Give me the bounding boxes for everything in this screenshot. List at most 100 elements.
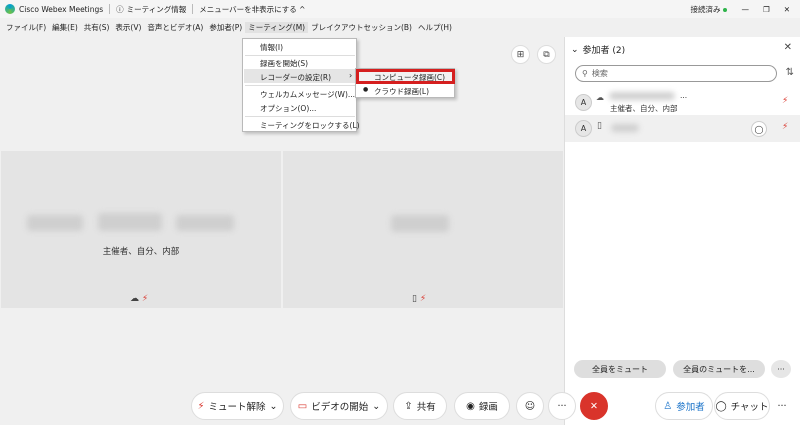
- tile-status-icons: ☁ ⚡: [130, 294, 148, 304]
- unmute-all-button[interactable]: 全員のミュートを...: [673, 360, 765, 378]
- blurred-name: [609, 92, 675, 100]
- unmute-button[interactable]: ⚡ ミュート解除 ⌄: [191, 392, 284, 420]
- more-options-button[interactable]: ···: [548, 392, 576, 420]
- mic-muted-icon: ⚡: [197, 400, 205, 412]
- app-title: Cisco Webex Meetings: [19, 4, 104, 14]
- smiley-icon: ☺: [524, 400, 536, 412]
- chat-icon: ◯: [715, 400, 727, 412]
- recorder-submenu: コンピュータ録画(C) ● クラウド録画(L): [355, 68, 455, 98]
- radio-dot-icon: ●: [363, 86, 369, 93]
- menu-item-lock-meeting[interactable]: ミーティングをロックする(L): [260, 120, 360, 131]
- chat-button[interactable]: ◯ チャット: [714, 392, 770, 420]
- mute-all-label: 全員をミュート: [592, 364, 648, 374]
- participant-role: 主催者、自分、内部: [610, 104, 678, 113]
- connected-dot-icon: [723, 7, 728, 12]
- participants-panel: ⌄ 参加者 (2) ✕ ⚲ 検索 ⇅ A ☁ ... 主催者、自分、内部 ⚡ A…: [564, 37, 800, 425]
- pip-button[interactable]: ⧉: [537, 45, 556, 64]
- menu-item-start-recording[interactable]: 録画を開始(S): [260, 58, 308, 69]
- pip-icon: ⧉: [543, 49, 550, 60]
- menu-breakout[interactable]: ブレイクアウトセッション(B): [308, 22, 415, 33]
- sort-icon[interactable]: ⇅: [786, 67, 794, 78]
- participants-label: 参加者: [676, 402, 705, 413]
- panel-more-button[interactable]: ···: [771, 360, 791, 378]
- avatar: A: [575, 120, 592, 137]
- menu-item-cloud-recording[interactable]: クラウド録画(L): [374, 86, 429, 97]
- more-icon: ···: [777, 400, 787, 412]
- info-icon: ⓘ: [116, 4, 124, 14]
- menu-item-info[interactable]: 情報(I): [260, 42, 283, 53]
- connection-status: 接続済み: [690, 4, 728, 15]
- title-bar: Cisco Webex Meetings ⓘ ミーティング情報 メニューバーを非…: [0, 0, 800, 18]
- hide-menubar-button[interactable]: メニューバーを非表示にする ^: [199, 4, 305, 15]
- menu-help[interactable]: ヘルプ(H): [415, 22, 455, 33]
- computer-audio-icon: ☁: [130, 294, 139, 304]
- name-suffix: ...: [680, 91, 688, 100]
- mic-muted-icon: ⚡: [419, 294, 427, 304]
- avatar-initial: A: [580, 98, 587, 107]
- share-button[interactable]: ⇪ 共有: [393, 392, 447, 420]
- start-video-button[interactable]: ▭ ビデオの開始 ⌄: [290, 392, 388, 420]
- blurred-name: [98, 213, 162, 231]
- person-icon: ♙: [663, 400, 673, 412]
- phone-icon: ▯: [597, 121, 602, 131]
- close-icon: ✕: [590, 400, 598, 412]
- participants-button[interactable]: ♙ 参加者: [655, 392, 713, 420]
- video-tile-self[interactable]: 主催者、自分、内部 ☁ ⚡: [1, 151, 281, 308]
- more-icon: ···: [557, 400, 567, 412]
- menu-view[interactable]: 表示(V): [112, 22, 144, 33]
- blurred-name: [27, 215, 83, 231]
- meeting-info-button[interactable]: ⓘ ミーティング情報: [116, 4, 186, 15]
- mic-muted-icon: ⚡: [141, 294, 149, 304]
- menu-divider: [245, 116, 355, 117]
- record-icon: ◉: [466, 400, 475, 412]
- menu-meeting[interactable]: ミーティング(M): [245, 21, 309, 33]
- minimize-icon[interactable]: —: [741, 5, 749, 14]
- menu-edit[interactable]: 編集(E): [49, 22, 81, 33]
- menu-bar: ファイル(F) 編集(E) 共有(S) 表示(V) 音声とビデオ(A) 参加者(…: [0, 19, 800, 35]
- mic-muted-icon[interactable]: ⚡: [782, 96, 788, 106]
- leave-meeting-button[interactable]: ✕: [580, 392, 608, 420]
- menu-file[interactable]: ファイル(F): [3, 22, 49, 33]
- unmute-all-label: 全員のミュートを...: [683, 364, 755, 374]
- menu-audio-video[interactable]: 音声とビデオ(A): [144, 22, 206, 33]
- meeting-menu-dropdown: 情報(I) 録画を開始(S) レコーダーの設定(R) › ウェルカムメッセージ(…: [242, 38, 360, 132]
- menu-item-welcome-message[interactable]: ウェルカムメッセージ(W)...: [260, 89, 355, 100]
- tile-status-icons: ▯ ⚡: [412, 294, 426, 304]
- panel-header[interactable]: ⌄ 参加者 (2): [571, 43, 625, 57]
- toolbar-more-button[interactable]: ···: [770, 392, 794, 420]
- share-label: 共有: [416, 402, 436, 413]
- participant-row[interactable]: A ☁ ... 主催者、自分、内部 ⚡: [565, 89, 800, 116]
- menu-participant[interactable]: 参加者(P): [206, 22, 245, 33]
- search-icon: ⚲: [582, 69, 588, 78]
- unmute-label: ミュート解除: [208, 402, 266, 413]
- menu-item-recorder-settings[interactable]: レコーダーの設定(R): [260, 72, 331, 83]
- chevron-down-icon[interactable]: ⌄: [270, 401, 278, 412]
- restore-icon[interactable]: ❐: [763, 5, 770, 14]
- connection-status-label: 接続済み: [690, 4, 721, 14]
- video-off-icon: ▭: [297, 400, 308, 412]
- close-panel-icon[interactable]: ✕: [784, 42, 792, 53]
- participant-row[interactable]: A ▯ ◯ ⚡: [565, 115, 800, 142]
- record-button[interactable]: ◉ 録画: [454, 392, 510, 420]
- menu-item-computer-recording[interactable]: コンピュータ録画(C): [374, 72, 445, 83]
- menu-divider: [245, 55, 355, 56]
- layout-grid-button[interactable]: ⊞: [511, 45, 530, 64]
- video-tile-other[interactable]: ▯ ⚡: [283, 151, 563, 308]
- chat-bubble-icon[interactable]: ◯: [751, 121, 767, 137]
- collapse-chevron-icon: ⌄: [571, 44, 579, 55]
- reactions-button[interactable]: ☺: [516, 392, 544, 420]
- menu-share[interactable]: 共有(S): [81, 22, 113, 33]
- chevron-down-icon[interactable]: ⌄: [372, 401, 380, 412]
- mic-muted-icon[interactable]: ⚡: [782, 122, 788, 132]
- menu-item-options[interactable]: オプション(O)...: [260, 103, 316, 114]
- close-window-icon[interactable]: ✕: [784, 5, 790, 14]
- start-video-label: ビデオの開始: [311, 402, 369, 413]
- tile-role-label: 主催者、自分、内部: [102, 247, 180, 257]
- mute-all-button[interactable]: 全員をミュート: [574, 360, 666, 378]
- search-placeholder: 検索: [591, 69, 608, 78]
- title-divider: [192, 4, 194, 14]
- share-icon: ⇪: [404, 400, 413, 412]
- more-icon: ···: [777, 364, 785, 374]
- meeting-info-label: ミーティング情報: [126, 4, 187, 14]
- participant-search-input[interactable]: ⚲ 検索: [575, 65, 777, 82]
